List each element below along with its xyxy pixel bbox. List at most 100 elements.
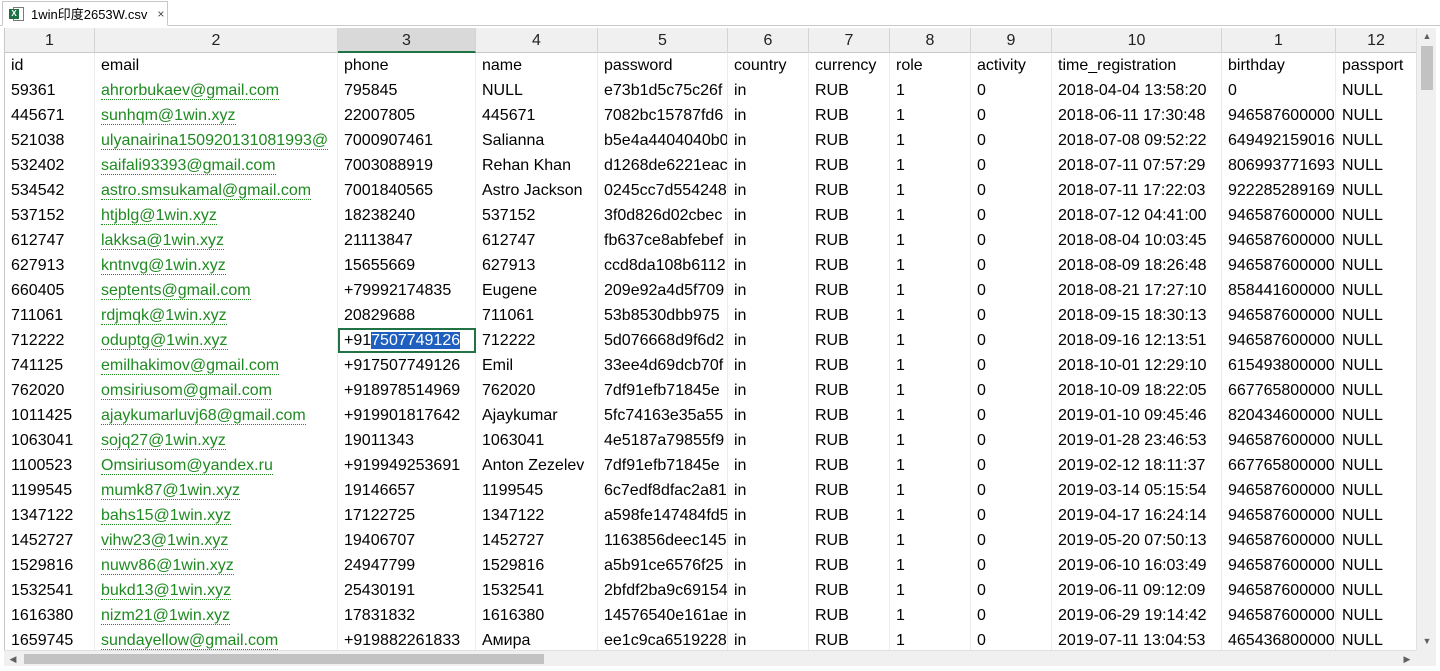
table-cell[interactable]: 946587600000 bbox=[1222, 328, 1336, 353]
email-link[interactable]: lakksa@1win.xyz bbox=[101, 232, 224, 250]
table-cell[interactable]: fb637ce8abfebef bbox=[598, 228, 728, 253]
table-cell[interactable]: time_registration bbox=[1052, 53, 1222, 78]
table-cell[interactable]: 22007805 bbox=[338, 103, 476, 128]
table-cell[interactable]: 7000907461 bbox=[338, 128, 476, 153]
table-cell[interactable]: 7003088919 bbox=[338, 153, 476, 178]
table-cell[interactable]: RUB bbox=[809, 78, 890, 103]
table-cell[interactable]: in bbox=[728, 253, 809, 278]
table-cell[interactable]: in bbox=[728, 578, 809, 603]
table-cell[interactable]: RUB bbox=[809, 478, 890, 503]
table-cell[interactable]: NULL bbox=[1336, 378, 1416, 403]
table-cell[interactable]: email bbox=[95, 53, 338, 78]
table-cell[interactable]: in bbox=[728, 303, 809, 328]
email-link[interactable]: ajaykumarluvj68@gmail.com bbox=[101, 407, 306, 425]
table-cell[interactable]: RUB bbox=[809, 603, 890, 628]
email-link[interactable]: bukd13@1win.xyz bbox=[101, 582, 232, 600]
table-cell[interactable]: 2018-10-01 12:29:10 bbox=[1052, 353, 1222, 378]
table-cell[interactable]: in bbox=[728, 403, 809, 428]
table-cell[interactable]: 1 bbox=[890, 328, 971, 353]
column-header-6[interactable]: 6 bbox=[728, 28, 809, 53]
table-cell[interactable]: RUB bbox=[809, 178, 890, 203]
table-cell[interactable]: +919949253691 bbox=[338, 453, 476, 478]
table-cell[interactable]: 2018-08-21 17:27:10 bbox=[1052, 278, 1222, 303]
table-cell[interactable]: Rehan Khan bbox=[476, 153, 598, 178]
email-link[interactable]: emilhakimov@gmail.com bbox=[101, 357, 280, 375]
table-cell[interactable]: astro.smsukamal@gmail.com bbox=[95, 178, 338, 203]
table-cell[interactable]: RUB bbox=[809, 403, 890, 428]
scroll-left-arrow-icon[interactable]: ◀ bbox=[4, 651, 22, 667]
table-cell[interactable]: NULL bbox=[1336, 403, 1416, 428]
table-cell[interactable]: 0 bbox=[971, 353, 1052, 378]
table-cell[interactable]: 1616380 bbox=[476, 603, 598, 628]
table-cell[interactable]: NULL bbox=[1336, 628, 1416, 650]
table-cell[interactable]: 946587600000 bbox=[1222, 578, 1336, 603]
table-cell[interactable]: 612747 bbox=[5, 228, 95, 253]
table-cell[interactable]: 2019-05-20 07:50:13 bbox=[1052, 528, 1222, 553]
table-cell[interactable]: in bbox=[728, 553, 809, 578]
table-cell[interactable]: ccd8da108b6112 bbox=[598, 253, 728, 278]
table-cell[interactable]: 1 bbox=[890, 628, 971, 650]
table-cell[interactable]: Амира bbox=[476, 628, 598, 650]
table-cell[interactable]: NULL bbox=[1336, 178, 1416, 203]
table-cell[interactable]: +919901817642 bbox=[338, 403, 476, 428]
table-cell[interactable]: currency bbox=[809, 53, 890, 78]
close-tab-icon[interactable]: × bbox=[157, 7, 164, 21]
table-cell[interactable]: 53b8530dbb975 bbox=[598, 303, 728, 328]
table-cell[interactable]: 0 bbox=[971, 228, 1052, 253]
table-cell[interactable]: 537152 bbox=[5, 203, 95, 228]
table-cell[interactable]: 711061 bbox=[476, 303, 598, 328]
table-cell[interactable]: saifali93393@gmail.com bbox=[95, 153, 338, 178]
table-cell[interactable]: 667765800000 bbox=[1222, 378, 1336, 403]
table-cell[interactable]: in bbox=[728, 353, 809, 378]
table-cell[interactable]: 2bfdf2ba9c69154 bbox=[598, 578, 728, 603]
table-cell[interactable]: 24947799 bbox=[338, 553, 476, 578]
table-cell[interactable]: NULL bbox=[476, 78, 598, 103]
scroll-right-arrow-icon[interactable]: ▶ bbox=[1398, 651, 1416, 667]
table-cell[interactable]: NULL bbox=[1336, 103, 1416, 128]
table-cell[interactable]: 1 bbox=[890, 103, 971, 128]
table-cell[interactable]: rdjmqk@1win.xyz bbox=[95, 303, 338, 328]
table-cell[interactable]: 922285289169 bbox=[1222, 178, 1336, 203]
table-cell[interactable]: NULL bbox=[1336, 153, 1416, 178]
table-cell[interactable]: password bbox=[598, 53, 728, 78]
table-cell[interactable]: 0 bbox=[971, 578, 1052, 603]
table-cell[interactable]: 445671 bbox=[5, 103, 95, 128]
table-cell[interactable]: RUB bbox=[809, 528, 890, 553]
table-cell[interactable]: 1616380 bbox=[5, 603, 95, 628]
table-cell[interactable]: 1199545 bbox=[476, 478, 598, 503]
table-cell[interactable]: 17831832 bbox=[338, 603, 476, 628]
table-cell[interactable]: 445671 bbox=[476, 103, 598, 128]
table-cell[interactable]: 1 bbox=[890, 153, 971, 178]
table-cell[interactable]: name bbox=[476, 53, 598, 78]
table-cell[interactable]: RUB bbox=[809, 278, 890, 303]
table-cell[interactable]: in bbox=[728, 328, 809, 353]
table-cell[interactable]: 667765800000 bbox=[1222, 453, 1336, 478]
table-cell[interactable]: 0 bbox=[971, 428, 1052, 453]
email-link[interactable]: ulyanairina150920131081993@ bbox=[101, 132, 329, 150]
table-cell[interactable]: 627913 bbox=[476, 253, 598, 278]
table-cell[interactable]: 0 bbox=[971, 203, 1052, 228]
table-cell[interactable]: 0 bbox=[971, 328, 1052, 353]
table-cell[interactable]: 2019-06-29 19:14:42 bbox=[1052, 603, 1222, 628]
table-cell[interactable]: 521038 bbox=[5, 128, 95, 153]
table-cell[interactable]: in bbox=[728, 478, 809, 503]
table-cell[interactable]: in bbox=[728, 453, 809, 478]
email-link[interactable]: oduptg@1win.xyz bbox=[101, 332, 228, 350]
table-cell[interactable]: NULL bbox=[1336, 528, 1416, 553]
table-cell[interactable]: 1 bbox=[890, 128, 971, 153]
table-cell[interactable]: ahrorbukaev@gmail.com bbox=[95, 78, 338, 103]
horizontal-scroll-thumb[interactable] bbox=[24, 654, 544, 664]
table-cell[interactable]: in bbox=[728, 428, 809, 453]
table-cell[interactable]: in bbox=[728, 78, 809, 103]
table-cell[interactable]: 946587600000 bbox=[1222, 253, 1336, 278]
table-cell[interactable]: NULL bbox=[1336, 303, 1416, 328]
table-cell[interactable]: Omsiriusom@yandex.ru bbox=[95, 453, 338, 478]
table-cell[interactable]: 0 bbox=[971, 253, 1052, 278]
table-cell[interactable]: 2018-09-16 12:13:51 bbox=[1052, 328, 1222, 353]
table-cell[interactable]: 946587600000 bbox=[1222, 528, 1336, 553]
table-cell[interactable]: bukd13@1win.xyz bbox=[95, 578, 338, 603]
scroll-down-arrow-icon[interactable]: ▼ bbox=[1417, 633, 1437, 650]
table-cell[interactable]: 2018-07-11 07:57:29 bbox=[1052, 153, 1222, 178]
table-cell[interactable]: in bbox=[728, 528, 809, 553]
table-cell[interactable]: 1063041 bbox=[5, 428, 95, 453]
